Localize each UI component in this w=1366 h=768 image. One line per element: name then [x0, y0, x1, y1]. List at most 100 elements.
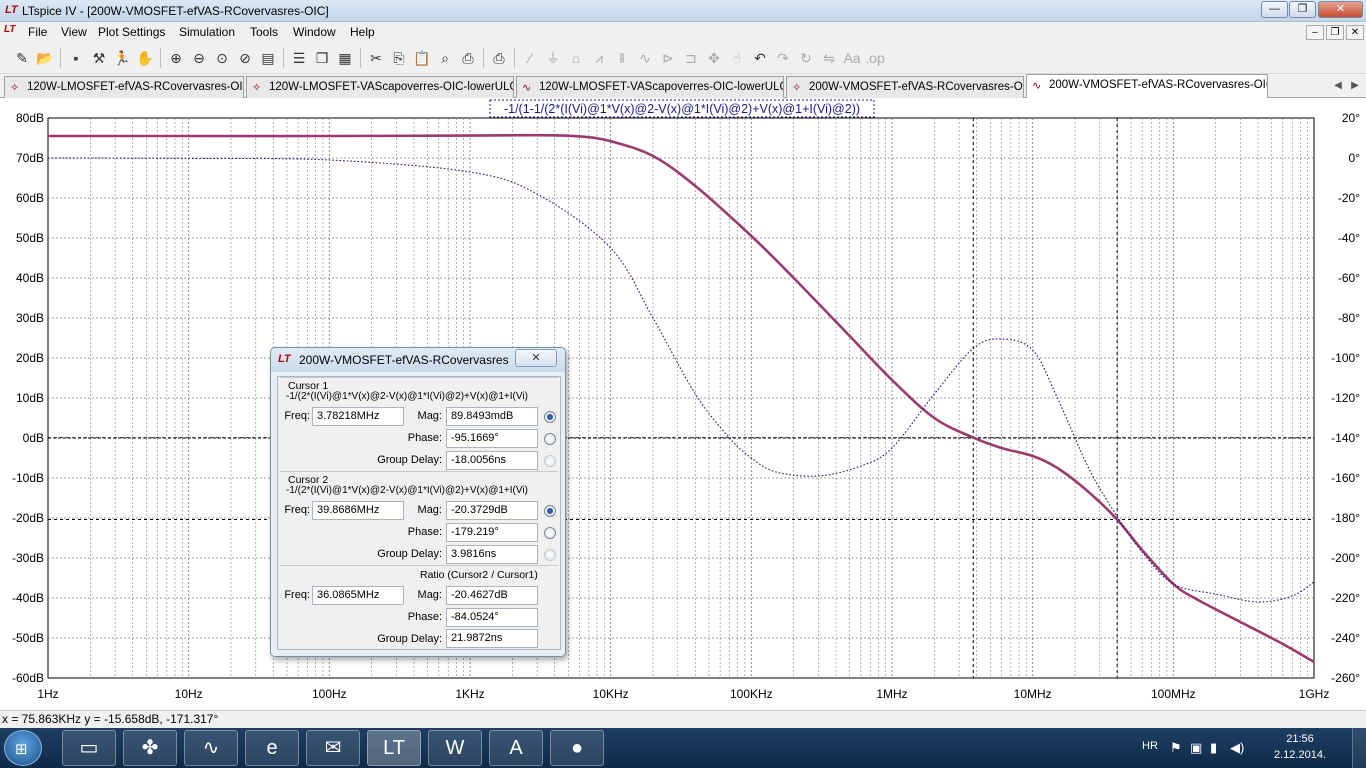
cursor2-mag-radio[interactable] [544, 505, 556, 517]
menu-tools[interactable]: Tools [250, 25, 278, 39]
control-panel-icon[interactable]: ⚒ [89, 48, 109, 68]
mdi-minimize-button[interactable]: – [1306, 25, 1324, 40]
network-icon[interactable]: ▮ [1210, 740, 1217, 756]
mirror-icon[interactable]: ⇋ [819, 48, 839, 68]
taskbar-ie-button[interactable]: e [245, 730, 299, 766]
halt-icon[interactable]: ✋ [135, 48, 155, 68]
minimize-button[interactable]: — [1261, 1, 1288, 18]
cursor2-phase-radio[interactable] [544, 527, 556, 539]
spice-directive-icon[interactable]: .op [865, 48, 885, 68]
tab-120w-lmosfet-vascap-waveform[interactable]: ∿ 120W-LMOSFET-VAScapoverres-OIC-lowerULG… [516, 76, 784, 98]
taskbar-explorer-button[interactable]: ▭ [62, 730, 116, 766]
cursor2-gd-radio[interactable] [544, 549, 556, 561]
tab-120w-lmosfet-vascap-schematic[interactable]: ✧ 120W-LMOSFET-VAScapoverres-OIC-lowerULG… [246, 76, 514, 98]
zoom-in-icon[interactable]: ⊕ [166, 48, 186, 68]
print-icon[interactable]: ⎙ [489, 48, 509, 68]
zoom-out-icon[interactable]: ⊖ [189, 48, 209, 68]
component-icon[interactable]: ⊐ [681, 48, 701, 68]
new-schematic-icon[interactable]: ✎ [12, 48, 32, 68]
menu-window[interactable]: Window [293, 25, 336, 39]
tab-scroll-left-icon[interactable]: ◀ [1330, 78, 1346, 94]
flag-icon[interactable]: ⚑ [1170, 740, 1182, 756]
taskbar-word-button[interactable]: W [428, 730, 482, 766]
cursor1-freq-field[interactable]: 3.78218MHz [312, 407, 404, 426]
save-icon[interactable]: ▪ [66, 48, 86, 68]
menu-simulation[interactable]: Simulation [179, 25, 235, 39]
clock-time[interactable]: 21:56 [1270, 733, 1330, 745]
wire-icon[interactable]: ∕ [520, 48, 540, 68]
cursor1-gd-radio[interactable] [544, 455, 556, 467]
undo-icon[interactable]: ↶ [750, 48, 770, 68]
mdi-close-button[interactable]: ✕ [1346, 25, 1364, 40]
taskbar-mail-button[interactable]: ✉ [306, 730, 360, 766]
print-preview-icon[interactable]: ⎙ [458, 48, 478, 68]
cut-icon[interactable]: ✂ [366, 48, 386, 68]
menu-plot-settings[interactable]: Plot Settings [98, 25, 165, 39]
find-icon[interactable]: ⌕ [435, 48, 455, 68]
taskbar-office-button[interactable]: ✤ [123, 730, 177, 766]
taskbar-ltspice-waveform-button[interactable]: ∿ [184, 730, 238, 766]
autorange-icon[interactable]: ▤ [258, 48, 278, 68]
menu-file[interactable]: File [28, 25, 47, 39]
waveform-plot-area[interactable]: -1/(1-1/(2*(I(Vi)@1*V(x)@2-V(x)@1*I(Vi)@… [0, 98, 1366, 710]
phase-trace[interactable] [47, 157, 1315, 603]
tile-horizontal-icon[interactable]: ☰ [289, 48, 309, 68]
ground-icon[interactable]: ⏚ [543, 48, 563, 68]
cursor1-phase-field[interactable]: -95.1669° [446, 429, 538, 448]
diode-icon[interactable]: ⊳ [658, 48, 678, 68]
ratio-mag-field[interactable]: -20.4627dB [446, 586, 538, 605]
menu-view[interactable]: View [61, 25, 87, 39]
device-icon[interactable]: ▣ [1190, 740, 1202, 756]
cursor2-mag-field[interactable]: -20.3729dB [446, 501, 538, 520]
cursor1-gd-field[interactable]: -18.0056ns [446, 451, 538, 470]
cursor1-phase-radio[interactable] [544, 433, 556, 445]
cursor2-freq-field[interactable]: 39.8686MHz [312, 501, 404, 520]
redo-icon[interactable]: ↷ [773, 48, 793, 68]
start-button[interactable]: ⊞ [4, 730, 42, 766]
rotate-icon[interactable]: ↻ [796, 48, 816, 68]
trace-expression-label[interactable]: -1/(1-1/(2*(I(Vi)@1*V(x)@2-V(x)@1*I(Vi)@… [504, 102, 860, 116]
magnitude-trace[interactable] [47, 133, 1315, 664]
tile-icon[interactable]: ▦ [335, 48, 355, 68]
taskbar-ltspice-button[interactable]: LT [367, 730, 421, 766]
tab-200w-vmosfet-waveform[interactable]: ∿ 200W-VMOSFET-efVAS-RCovervasres-OIC [1026, 74, 1268, 98]
dialog-close-button[interactable]: ✕ [515, 349, 557, 367]
mdi-restore-button[interactable]: ❐ [1326, 25, 1344, 40]
menu-help[interactable]: Help [350, 25, 375, 39]
taskbar-app-button[interactable]: ● [550, 730, 604, 766]
tab-120w-lmosfet-efvas[interactable]: ✧ 120W-LMOSFET-efVAS-RCovervasres-OIC [4, 76, 244, 98]
clock-date[interactable]: 2.12.2014. [1270, 749, 1330, 761]
open-icon[interactable]: 📂 [35, 48, 55, 68]
move-icon[interactable]: ✥ [704, 48, 724, 68]
show-desktop-button[interactable] [1352, 728, 1366, 768]
close-button[interactable]: ✕ [1318, 1, 1363, 18]
cursor1-mag-radio[interactable] [544, 411, 556, 423]
copy-icon[interactable]: ⎘ [389, 48, 409, 68]
taskbar-pdf-button[interactable]: A [489, 730, 543, 766]
cursor2-phase-field[interactable]: -179.219° [446, 523, 538, 542]
cursor1-mag-field[interactable]: 89.8493mdB [446, 407, 538, 426]
waveform-doc-icon[interactable]: LT [4, 24, 20, 40]
capacitor-icon[interactable]: ‖ [612, 48, 632, 68]
ratio-gd-field[interactable]: 21.9872ns [446, 629, 538, 648]
waveform-chart[interactable]: -1/(1-1/(2*(I(Vi)@1*V(x)@2-V(x)@1*I(Vi)@… [0, 98, 1366, 710]
cascade-icon[interactable]: ❐ [312, 48, 332, 68]
dialog-title-bar[interactable]: LT 200W-VMOSFET-efVAS-RCovervasres-... ✕ [271, 348, 565, 372]
language-indicator[interactable]: HR [1142, 740, 1158, 752]
zoom-cancel-icon[interactable]: ⊘ [235, 48, 255, 68]
drag-icon[interactable]: ☝ [727, 48, 747, 68]
paste-icon[interactable]: 📋 [412, 48, 432, 68]
label-icon[interactable]: ⌂ [566, 48, 586, 68]
ratio-freq-field[interactable]: 36.0865MHz [312, 586, 404, 605]
tab-200w-vmosfet-schematic[interactable]: ✧ 200W-VMOSFET-efVAS-RCovervasres-OIC [786, 76, 1024, 98]
ratio-phase-field[interactable]: -84.0524° [446, 608, 538, 627]
zoom-fit-icon[interactable]: ⊙ [212, 48, 232, 68]
text-icon[interactable]: Aa [842, 48, 862, 68]
cursor2-gd-field[interactable]: 3.9816ns [446, 545, 538, 564]
tab-scroll-right-icon[interactable]: ▶ [1347, 78, 1363, 94]
inductor-icon[interactable]: ∿ [635, 48, 655, 68]
volume-icon[interactable]: ◀) [1230, 740, 1244, 756]
run-icon[interactable]: 🏃 [112, 48, 132, 68]
resistor-icon[interactable]: ⩘ [589, 48, 609, 68]
maximize-button[interactable]: ❐ [1289, 1, 1316, 18]
